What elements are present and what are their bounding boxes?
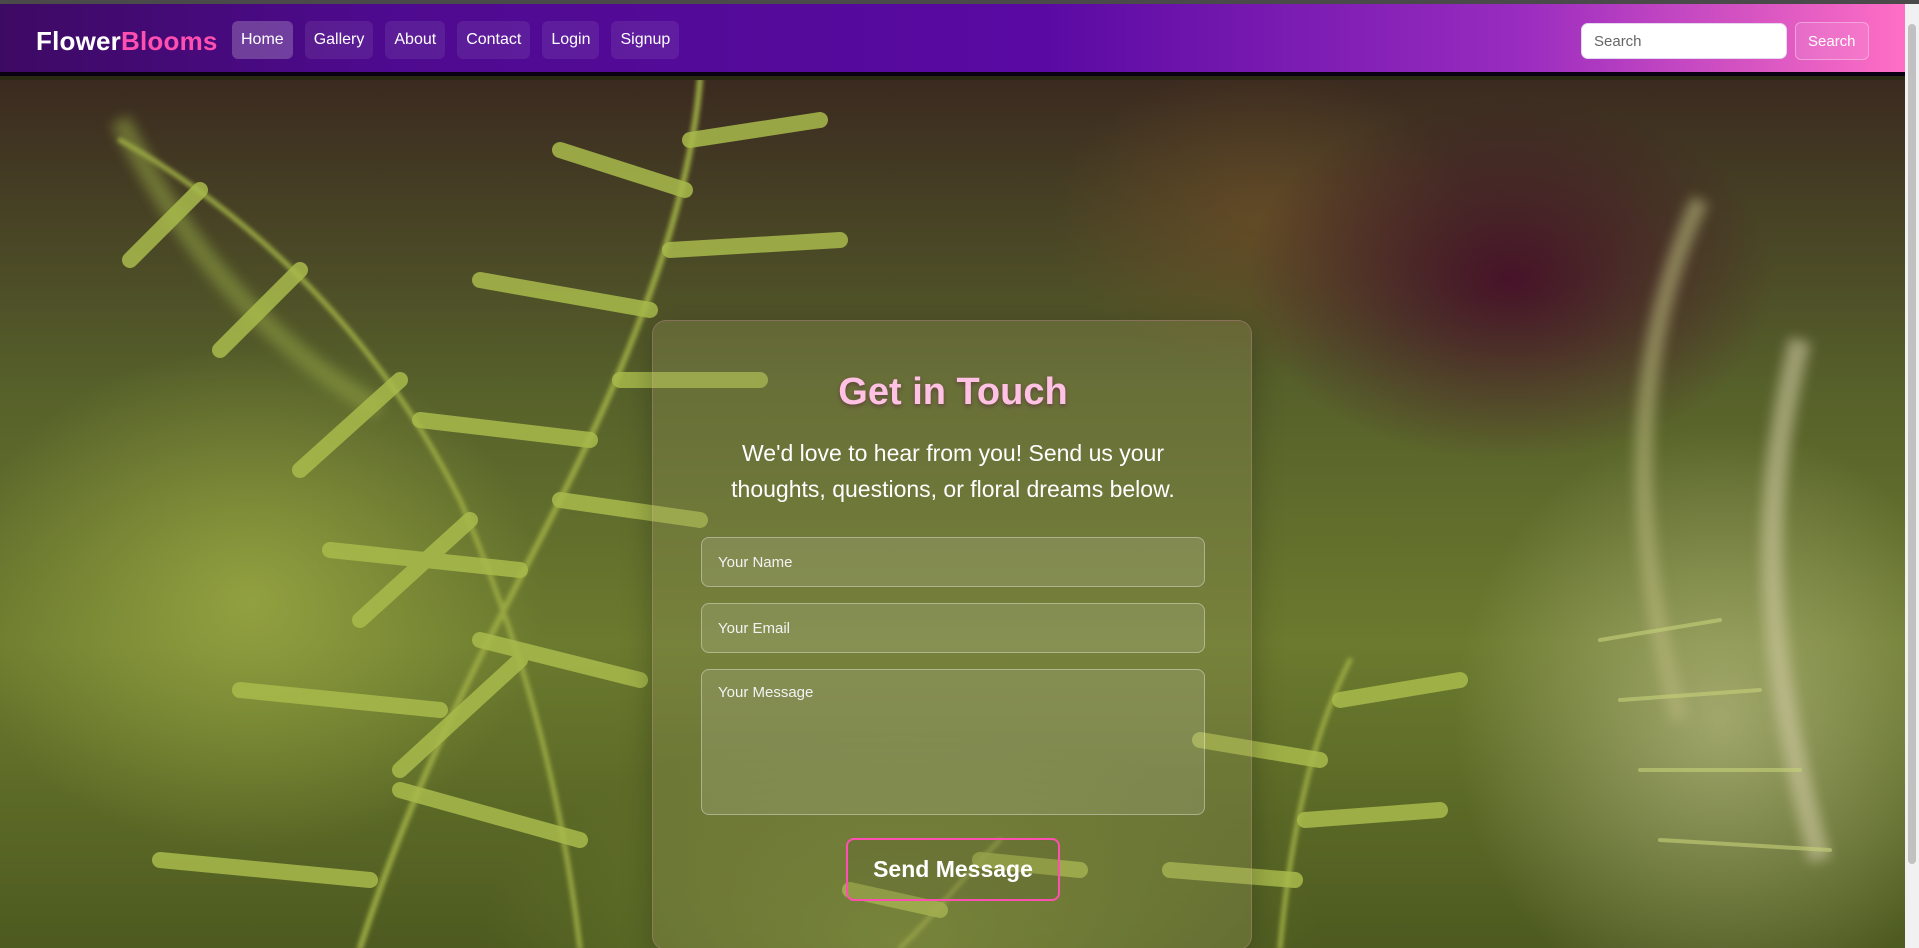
brand-logo[interactable]: FlowerBlooms	[36, 26, 218, 57]
nav-login[interactable]: Login	[542, 21, 600, 59]
search-bar: Search	[1581, 22, 1869, 60]
name-field[interactable]	[701, 537, 1205, 587]
brand-logo-part2: Blooms	[121, 26, 218, 56]
contact-description: We'd love to hear from you! Send us your…	[731, 440, 1175, 502]
scrollbar-thumb[interactable]	[1908, 24, 1916, 864]
message-field[interactable]	[701, 669, 1205, 815]
nav-about[interactable]: About	[385, 21, 446, 59]
search-input[interactable]	[1581, 23, 1787, 59]
nav-contact[interactable]: Contact	[457, 21, 531, 59]
nav-gallery[interactable]: Gallery	[304, 21, 374, 59]
contact-card: Get in Touch We'd love to hear from you!…	[652, 320, 1252, 948]
search-button[interactable]: Search	[1795, 22, 1869, 60]
send-message-button[interactable]: Send Message	[846, 838, 1060, 901]
page-scrollbar[interactable]	[1905, 4, 1919, 948]
brand-logo-part1: Flower	[36, 26, 121, 56]
navbar: FlowerBlooms Home Gallery About Contact …	[0, 4, 1905, 76]
nav-home[interactable]: Home	[232, 21, 293, 59]
hero-section: Get in Touch We'd love to hear from you!…	[0, 80, 1905, 948]
contact-title: Get in Touch	[838, 371, 1068, 413]
email-field[interactable]	[701, 603, 1205, 653]
main-nav: Home Gallery About Contact Login Signup	[232, 21, 680, 59]
nav-signup[interactable]: Signup	[611, 21, 680, 59]
